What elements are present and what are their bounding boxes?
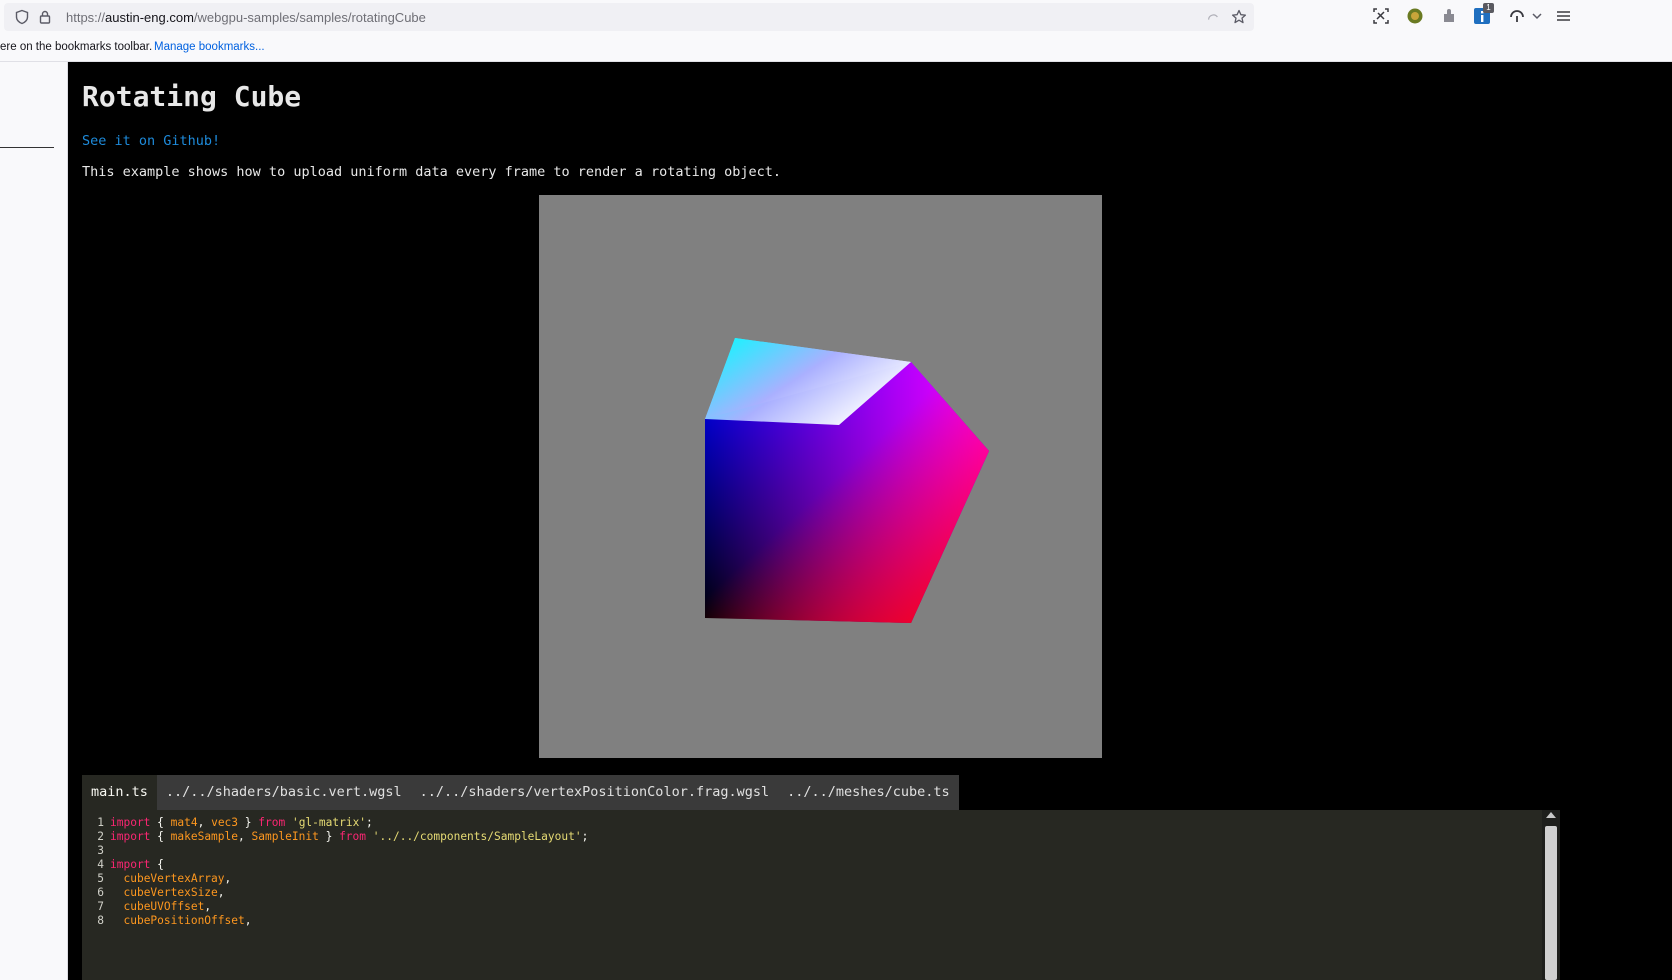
code-line: 6 cubeVertexSize, xyxy=(82,886,225,900)
code-token: cubeUVOffset xyxy=(123,900,205,913)
line-number: 5 xyxy=(97,872,104,885)
file-tabs: main.ts ../../shaders/basic.vert.wgsl ../.… xyxy=(82,775,959,810)
tab-1[interactable]: ../../shaders/basic.vert.wgsl xyxy=(157,775,411,810)
manage-bookmarks-link[interactable]: Manage bookmarks... xyxy=(154,41,265,53)
code-token: ; xyxy=(366,816,373,829)
bookmarks-toolbar: ere on the bookmarks toolbar. Manage boo… xyxy=(0,34,1672,62)
code-line: 4 import { xyxy=(82,858,164,872)
url-bar[interactable]: https://austin-eng.com/webgpu-samples/sa… xyxy=(4,3,1254,31)
url-host: austin-eng.com xyxy=(105,10,194,25)
code-token: , xyxy=(217,886,225,899)
code-token: from xyxy=(258,816,286,829)
page-title: Rotating Cube xyxy=(82,80,302,113)
line-number: 2 xyxy=(97,830,104,843)
code-line: 7 cubeUVOffset, xyxy=(82,900,211,914)
sidebar xyxy=(0,62,68,980)
url-text[interactable]: https://austin-eng.com/webgpu-samples/sa… xyxy=(66,10,426,25)
code-token: , xyxy=(197,816,212,829)
code-token: { xyxy=(150,830,171,843)
code-token: ; xyxy=(581,830,589,843)
code-token: mat4 xyxy=(170,816,198,829)
code-token: , xyxy=(224,872,232,885)
extension-icon[interactable] xyxy=(1440,7,1458,25)
url-path: /webgpu-samples/samples/rotatingCube xyxy=(193,10,426,25)
code-token: SampleInit xyxy=(251,830,319,843)
url-prefix: https:// xyxy=(66,10,106,25)
rotating-cube xyxy=(705,338,989,623)
line-number: 1 xyxy=(97,816,104,829)
code-token: , xyxy=(244,914,252,927)
chevron-down-icon[interactable] xyxy=(1531,7,1543,25)
editor-scrollbar[interactable] xyxy=(1542,810,1560,980)
code-token: from xyxy=(339,830,367,843)
menu-icon[interactable] xyxy=(1556,7,1570,25)
code-line: 3 xyxy=(82,844,110,858)
extension-badge: 1 xyxy=(1483,3,1494,13)
code-editor[interactable]: 1 import { mat4, vec3 } from 'gl-matrix';… xyxy=(82,810,1560,980)
code-token: makeSample xyxy=(170,830,238,843)
webgpu-canvas[interactable] xyxy=(539,195,1102,758)
sync-icon[interactable] xyxy=(1508,7,1526,25)
tab-0[interactable]: main.ts xyxy=(82,775,157,810)
code-token: import xyxy=(110,816,151,829)
code-token: cubeVertexArray xyxy=(123,872,225,885)
sidebar-divider xyxy=(0,147,54,148)
info-extension-icon[interactable]: 1 xyxy=(1474,3,1494,25)
screenshot-icon[interactable] xyxy=(1372,7,1390,25)
code-token: cubeVertexSize xyxy=(123,886,218,899)
line-number: 7 xyxy=(97,900,104,913)
code-token: { xyxy=(150,858,164,871)
code-token: vec3 xyxy=(211,816,239,829)
code-token: } xyxy=(318,830,340,843)
code-token: import xyxy=(110,830,151,843)
code-token: cubePositionOffset xyxy=(123,914,245,927)
code-line: 2 import { makeSample, SampleInit } from … xyxy=(82,830,588,844)
code-token: 'gl-matrix' xyxy=(291,816,367,829)
code-line: 5 cubeVertexArray, xyxy=(82,872,231,886)
lock-icon[interactable] xyxy=(37,9,53,25)
code-token: , xyxy=(238,830,252,843)
line-number: 3 xyxy=(97,844,104,857)
code-token: } xyxy=(238,816,259,829)
reader-icon[interactable] xyxy=(1206,10,1220,24)
code-line: 1 import { mat4, vec3 } from 'gl-matrix'; xyxy=(82,816,373,830)
star-icon[interactable] xyxy=(1231,9,1247,25)
code-token: '../../components/SampleLayout' xyxy=(372,830,582,843)
line-number: 6 xyxy=(97,886,104,899)
line-number: 4 xyxy=(97,858,104,871)
bookmarks-hint: ere on the bookmarks toolbar. xyxy=(0,41,153,53)
shield-icon[interactable] xyxy=(14,9,30,25)
scroll-up-arrow-icon[interactable] xyxy=(1546,812,1556,818)
tab-3[interactable]: ../../meshes/cube.ts xyxy=(778,775,959,810)
github-link[interactable]: See it on Github! xyxy=(82,133,220,149)
code-line: 8 cubePositionOffset, xyxy=(82,914,251,928)
main-content: Rotating Cube See it on Github! This exa… xyxy=(68,62,1672,980)
line-number: 8 xyxy=(97,914,104,927)
code-token: import xyxy=(110,858,151,871)
code-token: { xyxy=(150,816,171,829)
avatar-icon[interactable] xyxy=(1406,7,1424,25)
page-description: This example shows how to upload uniform… xyxy=(82,164,781,180)
tab-2[interactable]: ../../shaders/vertexPositionColor.frag.w… xyxy=(411,775,779,810)
scrollbar-thumb[interactable] xyxy=(1545,826,1557,980)
code-token: , xyxy=(204,900,212,913)
browser-toolbar: https://austin-eng.com/webgpu-samples/sa… xyxy=(0,0,1672,34)
